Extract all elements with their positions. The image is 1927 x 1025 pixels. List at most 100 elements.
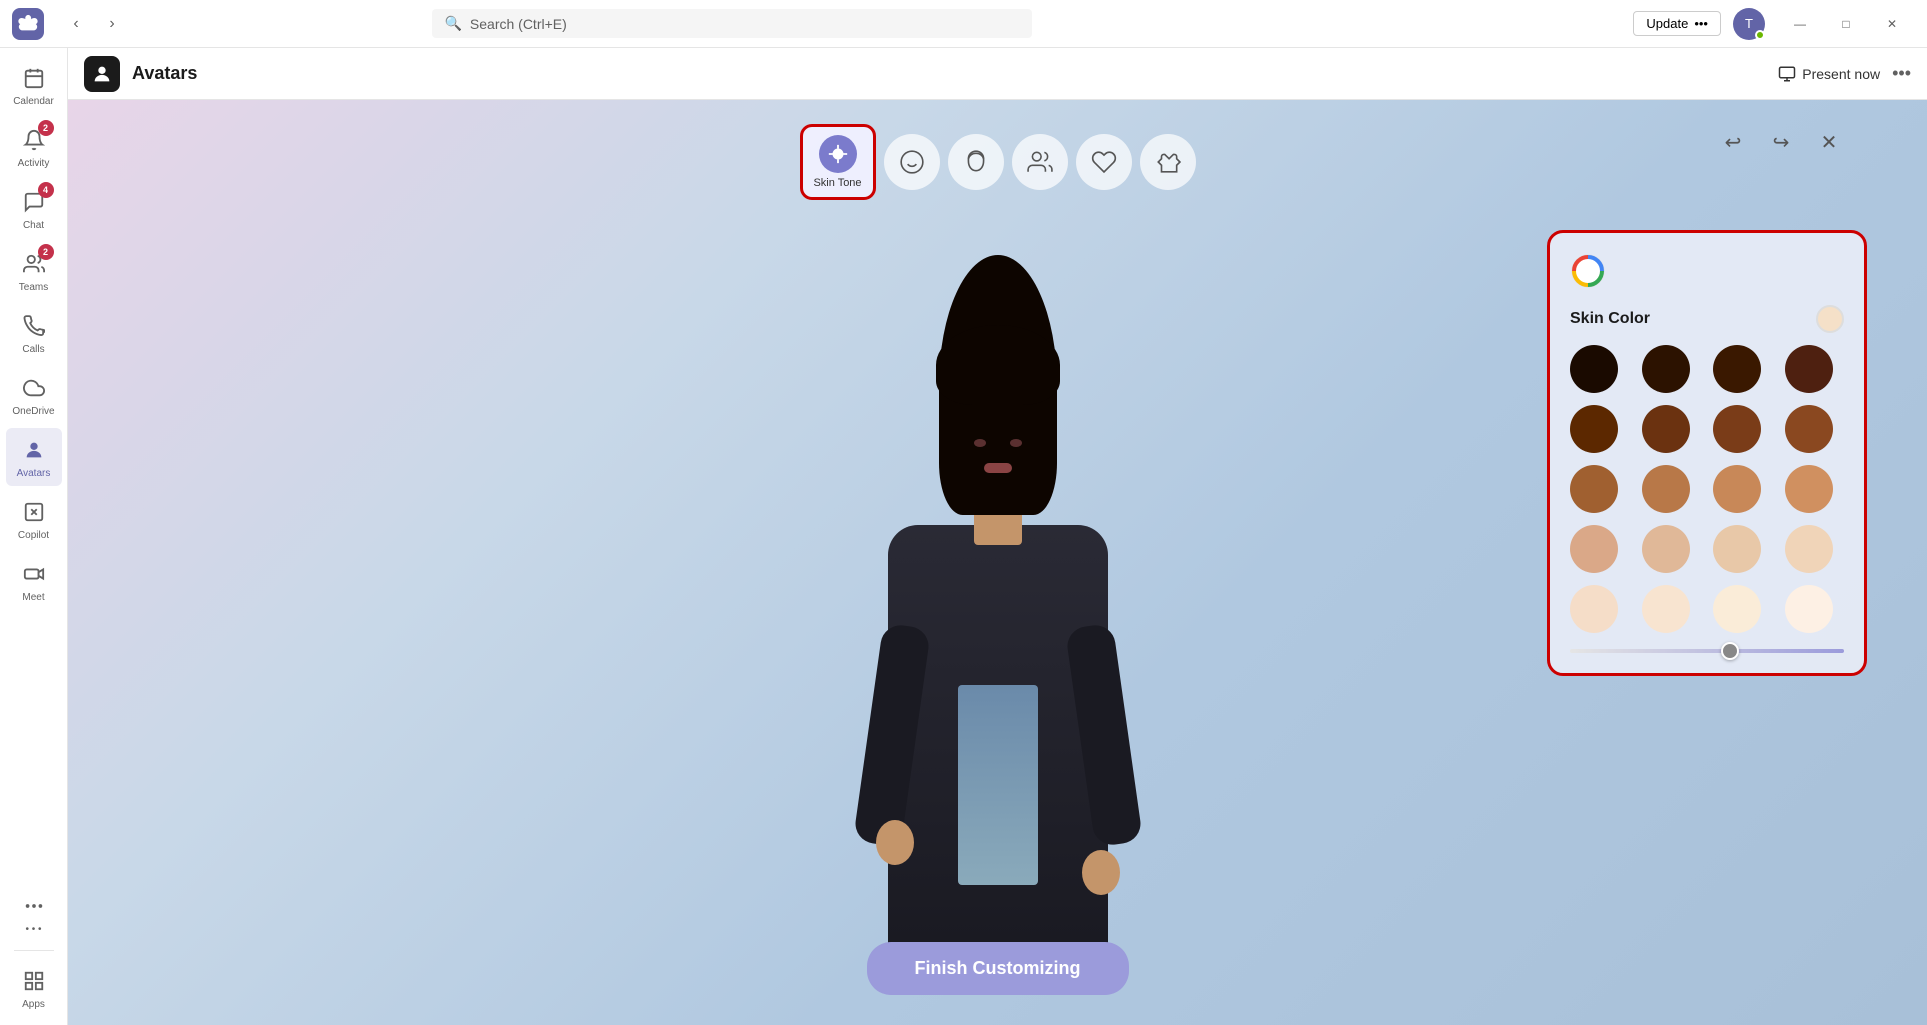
more-icon [18,890,50,922]
search-bar[interactable]: 🔍 Search (Ctrl+E) [432,9,1032,38]
toolbar-right-controls: ↩ ↪ ✕ [1715,124,1847,160]
skin-tone-slider-row [1570,649,1844,653]
maximize-button[interactable]: □ [1823,8,1869,40]
avatar-toolbar: Skin Tone [800,124,1196,200]
skin-color-10[interactable] [1642,465,1690,513]
sidebar-item-calendar[interactable]: Calendar [6,56,62,114]
skin-color-5[interactable] [1570,405,1618,453]
skin-tone-slider[interactable] [1570,649,1844,653]
teams-logo-icon [17,13,39,35]
skin-color-18[interactable] [1642,585,1690,633]
skin-color-13[interactable] [1570,525,1618,573]
sidebar-item-apps[interactable]: Apps [6,959,62,1017]
calendar-label: Calendar [13,96,54,108]
skin-tone-icon [819,135,857,173]
redo-button[interactable]: ↪ [1763,124,1799,160]
copilot-label: Copilot [18,530,49,542]
toolbar-skin-tone[interactable]: Skin Tone [800,124,876,200]
activity-icon: 2 [18,124,50,156]
chat-badge: 4 [38,182,54,198]
minimize-button[interactable]: — [1777,8,1823,40]
skin-color-9[interactable] [1570,465,1618,513]
toolbar-body[interactable] [1012,134,1068,190]
skin-panel-header [1570,253,1844,289]
skin-color-4[interactable] [1785,345,1833,393]
avatar-figure [788,305,1208,945]
update-more: ••• [1694,16,1708,31]
skin-color-11[interactable] [1713,465,1761,513]
window-controls: — □ ✕ [1777,8,1915,40]
meet-label: Meet [22,592,44,604]
titlebar-right: Update ••• T — □ ✕ [1633,8,1915,40]
sidebar-item-avatars[interactable]: Avatars [6,428,62,486]
skin-color-6[interactable] [1642,405,1690,453]
app-header: Avatars Present now ••• [68,48,1927,100]
nav-buttons: ‹ › [60,8,128,40]
skin-color-17[interactable] [1570,585,1618,633]
content-area: Avatars Present now ••• Skin Tone [68,48,1927,1025]
sidebar-item-chat[interactable]: 4 Chat [6,180,62,238]
activity-label: Activity [18,158,50,170]
header-more-button[interactable]: ••• [1892,63,1911,84]
avatars-icon [18,434,50,466]
profile-avatar[interactable]: T [1733,8,1765,40]
avatar-workspace: Skin Tone [68,100,1927,1025]
teams-label: Teams [19,282,48,294]
apps-icon [18,965,50,997]
page-title: Avatars [132,63,197,84]
search-icon: 🔍 [444,15,461,32]
sidebar-item-activity[interactable]: 2 Activity [6,118,62,176]
present-now-label: Present now [1802,66,1880,82]
sidebar-item-meet[interactable]: Meet [6,552,62,610]
skin-color-2[interactable] [1642,345,1690,393]
toolbar-outfit[interactable] [1140,134,1196,190]
header-right: Present now ••• [1778,63,1911,84]
skin-color-15[interactable] [1713,525,1761,573]
titlebar: ‹ › 🔍 Search (Ctrl+E) Update ••• T — □ ✕ [0,0,1927,48]
skin-color-7[interactable] [1713,405,1761,453]
sidebar-item-teams[interactable]: 2 Teams [6,242,62,300]
forward-button[interactable]: › [96,8,128,40]
close-editor-button[interactable]: ✕ [1811,124,1847,160]
skin-color-grid [1570,345,1844,633]
skin-color-1[interactable] [1570,345,1618,393]
sidebar-item-more[interactable]: • • • [6,884,62,942]
skin-panel-logo-icon [1570,253,1606,289]
skin-color-20[interactable] [1785,585,1833,633]
app-icon [84,56,120,92]
skin-color-14[interactable] [1642,525,1690,573]
more-label: • • • [25,924,41,936]
toolbar-face[interactable] [884,134,940,190]
onedrive-label: OneDrive [12,406,54,418]
present-now-button[interactable]: Present now [1778,65,1880,83]
teams-logo [12,8,44,40]
skin-color-3[interactable] [1713,345,1761,393]
undo-button[interactable]: ↩ [1715,124,1751,160]
slider-thumb[interactable] [1721,642,1739,660]
sidebar-item-calls[interactable]: Calls [6,304,62,362]
onedrive-icon [18,372,50,404]
finish-customizing-button[interactable]: Finish Customizing [867,942,1129,995]
skin-color-12[interactable] [1785,465,1833,513]
calls-icon [18,310,50,342]
skin-color-panel: Skin Color [1547,230,1867,676]
skin-selected-preview [1816,305,1844,333]
activity-badge: 2 [38,120,54,136]
toolbar-accessories[interactable] [1076,134,1132,190]
sidebar-item-copilot[interactable]: Copilot [6,490,62,548]
close-button[interactable]: ✕ [1869,8,1915,40]
chat-label: Chat [23,220,44,232]
skin-color-16[interactable] [1785,525,1833,573]
toolbar-hair[interactable] [948,134,1004,190]
skin-panel-title: Skin Color [1570,305,1844,333]
chat-icon: 4 [18,186,50,218]
online-indicator [1755,30,1765,40]
update-button[interactable]: Update ••• [1633,11,1721,36]
calls-label: Calls [22,344,44,356]
skin-color-19[interactable] [1713,585,1761,633]
sidebar-item-onedrive[interactable]: OneDrive [6,366,62,424]
sidebar: Calendar 2 Activity 4 Chat 2 Teams [0,48,68,1025]
search-placeholder: Search (Ctrl+E) [470,16,567,32]
back-button[interactable]: ‹ [60,8,92,40]
skin-color-8[interactable] [1785,405,1833,453]
